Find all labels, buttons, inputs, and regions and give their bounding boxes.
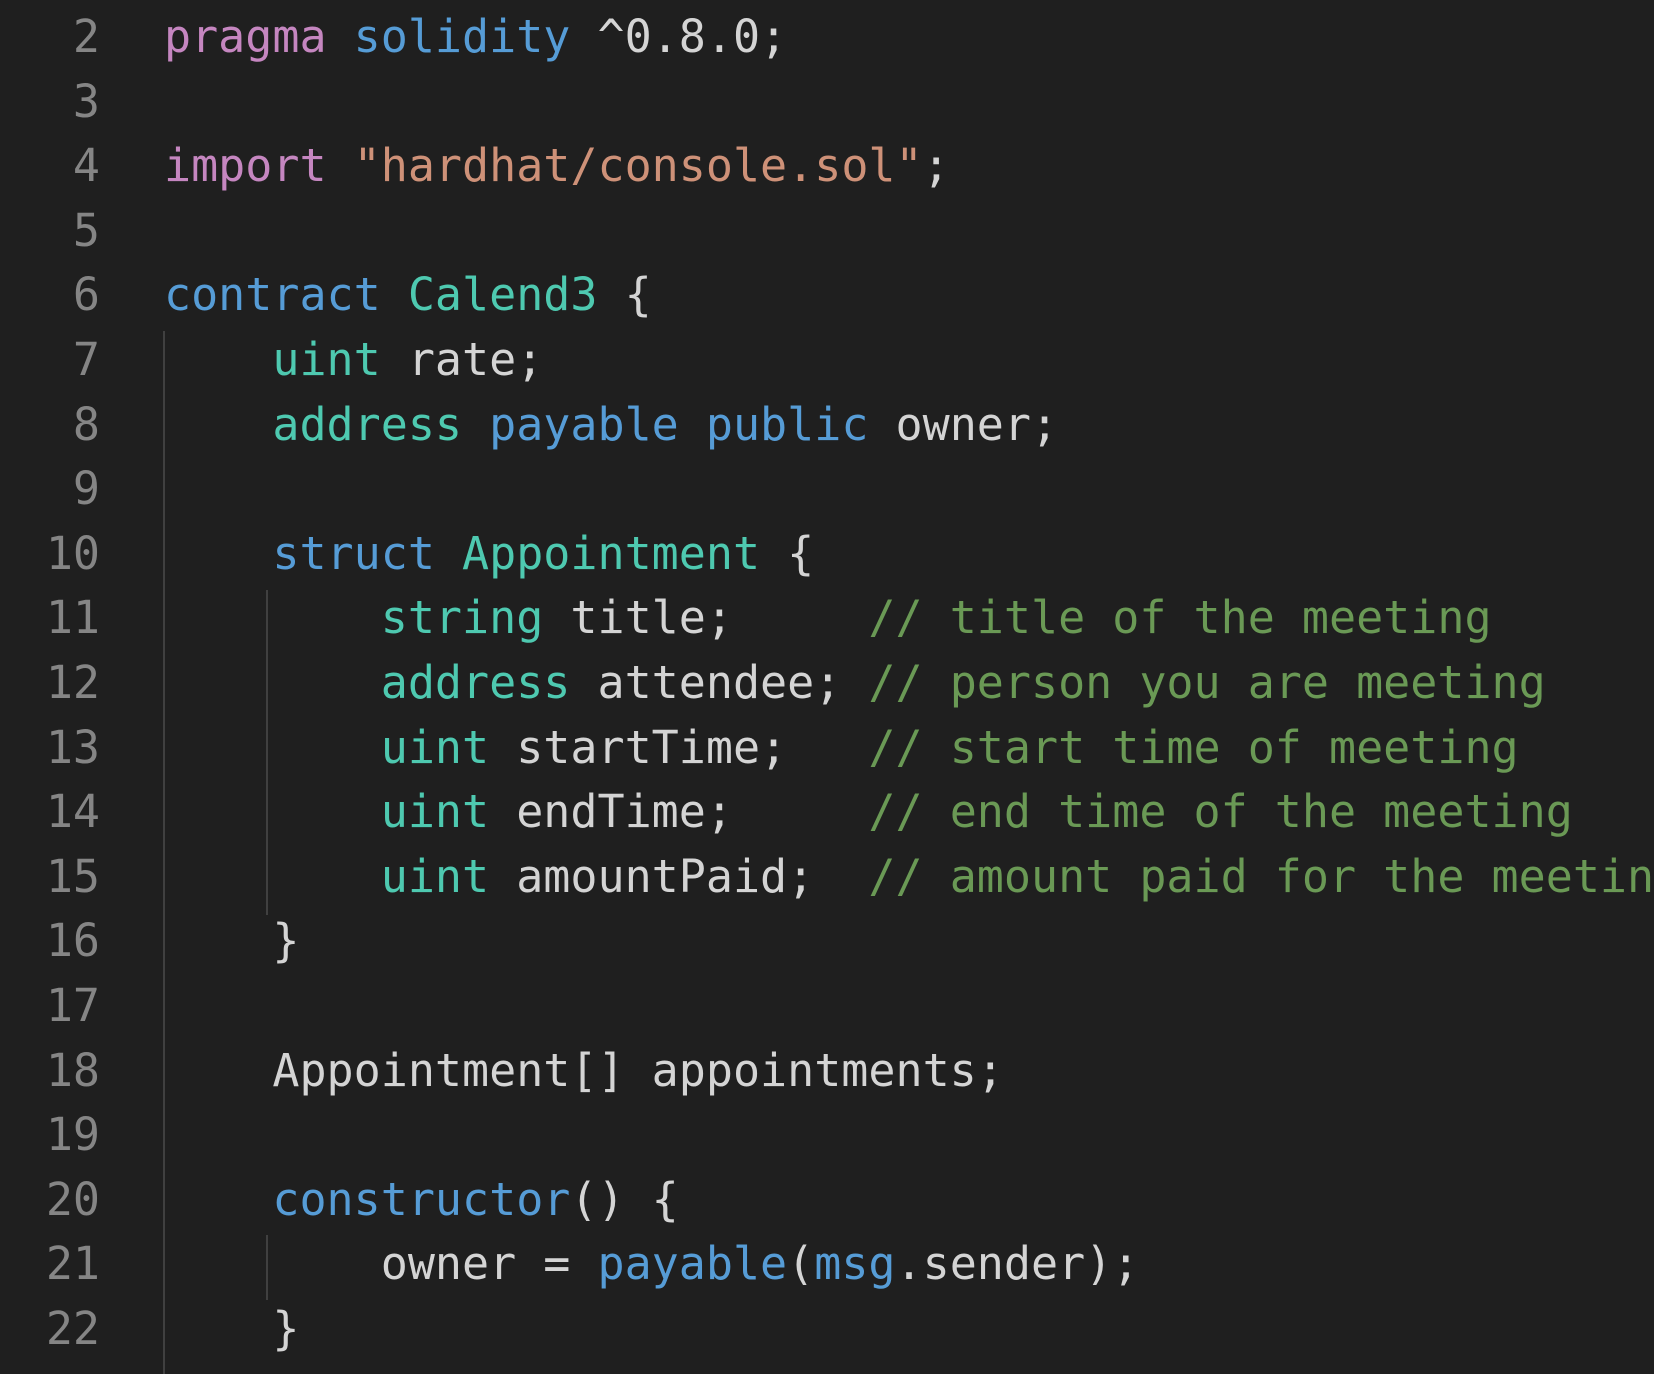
- code-token: contract: [164, 268, 381, 322]
- code-token: string: [380, 591, 544, 645]
- line-number: 2: [72, 10, 100, 63]
- code-token: {: [597, 268, 652, 322]
- line-number: 14: [45, 785, 100, 839]
- code-token: Appointment[] appointments;: [164, 1043, 1004, 1097]
- code-text: }: [164, 908, 299, 973]
- line-number: 11: [45, 591, 100, 645]
- line-number: 18: [45, 1043, 100, 1097]
- line-number: 19: [45, 1108, 100, 1162]
- code-text: Appointment[] appointments;: [164, 1038, 1004, 1103]
- line-number: 8: [72, 397, 100, 451]
- code-token: ;: [922, 139, 950, 193]
- line-number: 4: [72, 139, 100, 193]
- code-token: ^0.8.0;: [570, 10, 788, 63]
- code-editor[interactable]: 2 pragma solidity ^0.8.0; 3 4 import "hardha…: [0, 0, 1654, 1374]
- code-token: uint: [380, 849, 490, 903]
- line-number: 13: [45, 720, 100, 774]
- line-number: 5: [72, 203, 100, 257]
- line-number: 22: [45, 1302, 100, 1355]
- code-token: solidity: [353, 10, 571, 63]
- code-token: uint: [380, 785, 490, 839]
- code-token: (: [787, 1237, 815, 1291]
- code-token: uint: [272, 333, 381, 386]
- code-token: // amount paid for the meeting: [868, 849, 1654, 903]
- code-token: title;: [543, 591, 869, 645]
- line-number: 3: [72, 74, 100, 128]
- code-token: import: [164, 139, 327, 193]
- code-token: owner =: [164, 1237, 598, 1291]
- code-token: constructor: [272, 1172, 571, 1226]
- code-token: }: [164, 914, 300, 968]
- code-text: uint rate;: [164, 327, 543, 392]
- code-text: address payable public owner;: [164, 392, 1058, 457]
- code-token: .sender);: [895, 1237, 1140, 1291]
- line-number: 21: [45, 1237, 100, 1291]
- code-text: string title; // title of the meeting: [164, 585, 1492, 650]
- code-text: uint startTime; // start time of meeting: [164, 715, 1519, 780]
- code-token: // start time of meeting: [868, 720, 1519, 774]
- line-number: 6: [72, 268, 100, 322]
- code-token: msg: [814, 1237, 896, 1291]
- line-number: 20: [45, 1172, 100, 1226]
- code-text: contract Calend3 {: [164, 262, 652, 327]
- code-token: Calend3: [407, 268, 598, 322]
- line-number: 12: [45, 656, 100, 709]
- code-token: address: [380, 656, 571, 709]
- code-token: address: [272, 397, 463, 451]
- code-token: startTime;: [489, 720, 869, 774]
- code-token: attendee;: [570, 656, 869, 709]
- code-text: address attendee; // person you are meet…: [164, 650, 1546, 715]
- line-number: 10: [45, 526, 100, 580]
- code-token: () {: [570, 1172, 679, 1226]
- code-token: owner;: [868, 397, 1059, 451]
- line-number: 7: [72, 333, 100, 386]
- code-token: // person you are meeting: [868, 656, 1546, 709]
- line-number: 16: [45, 914, 100, 968]
- line-number: 17: [45, 979, 100, 1032]
- code-token: // end time of the meeting: [868, 785, 1573, 839]
- code-text: import "hardhat/console.sol";: [164, 133, 950, 198]
- code-token: {: [760, 526, 815, 580]
- code-token: payable: [597, 1237, 788, 1291]
- code-token: uint: [380, 720, 490, 774]
- line-number: 15: [45, 849, 100, 903]
- code-token: struct: [272, 526, 435, 580]
- code-token: amountPaid;: [489, 849, 869, 903]
- code-text: }: [164, 1296, 299, 1361]
- code-text: pragma solidity ^0.8.0;: [164, 4, 787, 69]
- code-token: "hardhat/console.sol": [353, 139, 923, 193]
- code-token: Appointment: [462, 526, 761, 580]
- code-token: // title of the meeting: [868, 591, 1492, 645]
- code-token: payable: [489, 397, 679, 451]
- code-text: owner = payable(msg.sender);: [164, 1231, 1140, 1296]
- code-text: struct Appointment {: [164, 521, 814, 586]
- code-token: rate;: [380, 333, 544, 386]
- code-token: endTime;: [489, 785, 869, 839]
- code-token: public: [705, 397, 869, 451]
- line-number: 9: [72, 462, 100, 516]
- code-token: }: [164, 1302, 300, 1355]
- code-token: pragma: [164, 10, 327, 63]
- code-text: uint endTime; // end time of the meeting: [164, 779, 1573, 844]
- code-text: constructor() {: [164, 1167, 679, 1232]
- code-text: uint amountPaid; // amount paid for the …: [164, 844, 1654, 909]
